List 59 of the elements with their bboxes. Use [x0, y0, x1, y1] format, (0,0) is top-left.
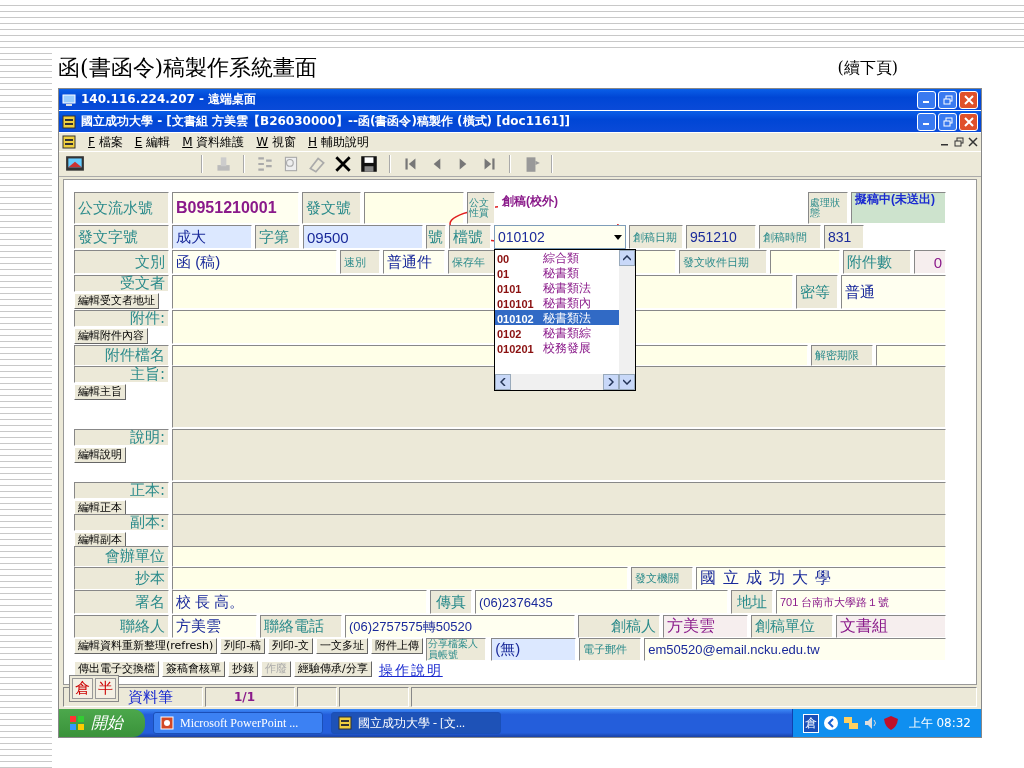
field-value: 國立成功大學 [696, 567, 946, 590]
field-label: 聯絡電話 [260, 615, 342, 638]
field-label: 附件數 [843, 250, 911, 274]
field-value: 09500 [303, 225, 423, 249]
field-label: 發文號 [302, 192, 361, 224]
field-value: 擬稿中(未送出) [851, 192, 946, 224]
slide-title: 函(書函令)稿製作系統畫面 [58, 54, 318, 82]
field-label: 分享檔案人員帳號 [426, 638, 487, 661]
field-label: 主旨: [74, 366, 169, 383]
field-value: 普通件 [383, 250, 445, 274]
field-label: 副本: [74, 514, 169, 531]
field-label: 正本: [74, 482, 169, 499]
field-value: 校 長 高。 [172, 590, 427, 614]
field-label: 傳真 [430, 590, 472, 614]
field-label: 公文流水號 [74, 192, 169, 224]
field-label: 發文收件日期 [679, 250, 767, 274]
field-value: 701 台南市大學路１號 [776, 590, 946, 614]
field-label: 說明: [74, 429, 169, 446]
window-title: 國立成功大學 - [文書組 方美雲【B26030000】--函(書函令)稿製作 (橫式) [doc1161]] [81, 113, 571, 130]
field-label: 附件檔名 [74, 345, 169, 366]
field-label: 電子郵件 [579, 638, 642, 661]
field-value: (06)2376435 [475, 590, 728, 614]
field-value: 方美雲 [172, 615, 257, 638]
field-label: 創稿單位 [751, 615, 833, 638]
field-label: 地址 [731, 590, 773, 614]
field-label: 處理狀態 [808, 192, 848, 224]
field-label: 創稿時間 [759, 225, 821, 249]
field-label: 抄本 [74, 567, 169, 590]
field-label: 發文字號 [74, 225, 169, 249]
field-value: 成大 [172, 225, 252, 249]
field-value: (06)2757575轉50520 [345, 615, 575, 638]
field-label: 創稿日期 [629, 225, 683, 249]
field-label: 文別 [74, 250, 169, 274]
field-value: 831 [824, 225, 864, 249]
field-label: 解密期限 [811, 345, 873, 366]
field-value: 文書組 [836, 615, 946, 638]
field-value: (無) [491, 638, 577, 661]
field-label: 創稿人 [578, 615, 660, 638]
slide-note: (續下頁) [837, 57, 898, 79]
field-label: 聯絡人 [74, 615, 169, 638]
field-value: 0 [914, 250, 946, 274]
field-label: 受文者 [74, 275, 169, 292]
field-value: 方美雲 [663, 615, 748, 638]
field-label: 號 [426, 225, 446, 249]
field-value: B0951210001 [172, 192, 299, 224]
field-label: 會辦單位 [74, 546, 169, 567]
field-value: 函 (稿) [172, 250, 337, 274]
field-label: 速別 [340, 250, 380, 274]
field-label: 發文機關 [631, 567, 693, 590]
window-title: 140.116.224.207 - 遠端桌面 [81, 91, 258, 108]
field-label: 密等 [796, 275, 838, 309]
field-value: 普通 [841, 275, 946, 309]
field-label: 字第 [255, 225, 300, 249]
field-value: em50520@email.ncku.edu.tw [644, 638, 946, 661]
record-position: 1/1 [205, 687, 295, 707]
field-value: 951210 [686, 225, 756, 249]
field-label: 附件: [74, 310, 169, 327]
field-label: 署名 [74, 590, 169, 614]
clock: 上午 08:32 [908, 714, 971, 732]
